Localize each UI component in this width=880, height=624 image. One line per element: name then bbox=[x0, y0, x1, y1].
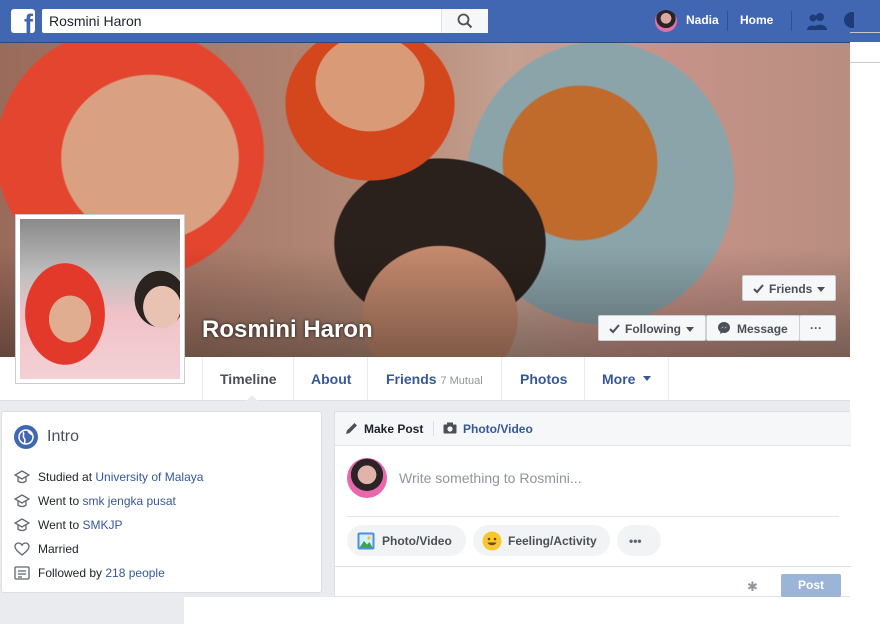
checkmark-icon bbox=[753, 284, 764, 294]
following-button[interactable]: Following bbox=[598, 315, 706, 341]
tab-friends-text: Friends bbox=[386, 371, 437, 387]
profile-picture[interactable] bbox=[15, 214, 185, 384]
education-link-school[interactable]: smk jengka pusat bbox=[82, 494, 175, 508]
education-link-smkjp[interactable]: SMKJP bbox=[82, 518, 122, 532]
mutual-friends-count: 7 Mutual bbox=[440, 375, 483, 387]
divider bbox=[850, 32, 880, 33]
tab-friends-label: Friends 7 Mutual bbox=[386, 371, 483, 387]
divider bbox=[347, 516, 839, 517]
graduation-cap-icon bbox=[14, 470, 30, 484]
messenger-icon[interactable] bbox=[842, 11, 854, 31]
intro-item-text: Went to SMKJP bbox=[38, 518, 122, 532]
search-input[interactable]: Rosmini Haron bbox=[49, 13, 142, 29]
friends-button[interactable]: Friends bbox=[742, 275, 836, 301]
intro-item-text: Followed by 218 people bbox=[38, 566, 165, 580]
education-link-university[interactable]: University of Malaya bbox=[95, 470, 203, 484]
tab-make-post[interactable]: Make Post bbox=[364, 422, 423, 436]
tab-about[interactable]: About bbox=[293, 357, 368, 400]
facebook-logo-icon[interactable]: f bbox=[11, 9, 35, 33]
search-icon bbox=[457, 13, 473, 29]
pencil-icon bbox=[346, 423, 357, 434]
composer-footer bbox=[335, 566, 851, 599]
smiley-icon bbox=[482, 531, 502, 551]
friend-requests-icon[interactable] bbox=[805, 11, 829, 31]
tab-more-label: More bbox=[602, 371, 636, 387]
chevron-down-icon bbox=[817, 287, 825, 292]
messenger-icon bbox=[718, 322, 730, 334]
post-button[interactable]: Post bbox=[781, 574, 841, 597]
feeling-activity-button[interactable]: Feeling/Activity bbox=[473, 525, 610, 556]
intro-item-text: Went to smk jengka pusat bbox=[38, 494, 176, 508]
search-button[interactable] bbox=[441, 9, 488, 33]
graduation-cap-icon bbox=[14, 494, 30, 508]
camera-icon bbox=[443, 422, 457, 434]
divider bbox=[791, 11, 792, 31]
tab-timeline-label: Timeline bbox=[220, 371, 277, 387]
post-text-input[interactable]: Write something to Rosmini... bbox=[399, 470, 582, 486]
tab-more[interactable]: More bbox=[584, 357, 669, 400]
feeling-activity-label: Feeling/Activity bbox=[508, 534, 597, 548]
rss-feed-icon bbox=[14, 566, 30, 580]
intro-item-prefix: Went to bbox=[38, 518, 83, 532]
message-button-label: Message bbox=[737, 322, 788, 336]
following-button-label: Following bbox=[625, 322, 681, 336]
divider bbox=[850, 62, 880, 63]
search-bar[interactable]: Rosmini Haron bbox=[42, 9, 488, 33]
heart-icon bbox=[14, 542, 30, 556]
user-avatar[interactable] bbox=[655, 10, 677, 32]
tab-about-label: About bbox=[311, 371, 352, 387]
chevron-down-icon bbox=[686, 327, 694, 332]
tab-photos[interactable]: Photos bbox=[501, 357, 585, 400]
tab-timeline[interactable]: Timeline bbox=[202, 357, 294, 401]
profile-link-nadia[interactable]: Nadia bbox=[686, 13, 719, 27]
composer-header: Make Post Photo/Video bbox=[335, 412, 851, 446]
intro-item-followers: Followed by 218 people bbox=[14, 564, 314, 582]
home-link[interactable]: Home bbox=[740, 13, 773, 27]
intro-item-prefix: Went to bbox=[38, 494, 83, 508]
photo-video-label: Photo/Video bbox=[382, 534, 452, 548]
photo-icon bbox=[357, 532, 375, 550]
more-composer-options-button[interactable]: ••• bbox=[617, 525, 661, 556]
post-composer: Make Post Photo/Video Write something to… bbox=[334, 411, 851, 599]
profile-picture-image bbox=[20, 219, 180, 379]
page-bottom-area bbox=[184, 597, 880, 624]
intro-item-education: Studied at University of Malaya bbox=[14, 468, 314, 486]
photo-video-button[interactable]: Photo/Video bbox=[347, 525, 466, 556]
intro-item-text: Married bbox=[38, 542, 79, 556]
active-tab-indicator bbox=[246, 395, 258, 401]
intro-item-prefix: Followed by bbox=[38, 566, 106, 580]
intro-item-education: Went to smk jengka pusat bbox=[14, 492, 314, 510]
globe-icon-graphic bbox=[18, 429, 34, 445]
profile-name[interactable]: Rosmini Haron bbox=[202, 316, 373, 344]
tab-photos-label: Photos bbox=[520, 371, 568, 387]
intro-card: Intro Studied at University of Malaya We… bbox=[1, 411, 322, 593]
graduation-cap-icon bbox=[14, 518, 30, 532]
right-edge-panel bbox=[850, 32, 880, 624]
message-button[interactable]: Message bbox=[706, 315, 800, 341]
divider bbox=[727, 11, 728, 31]
intro-item-education: Went to SMKJP bbox=[14, 516, 314, 534]
intro-item-text: Studied at University of Malaya bbox=[38, 470, 203, 484]
more-options-button[interactable]: ··· bbox=[799, 315, 836, 341]
tab-friends[interactable]: Friends 7 Mutual bbox=[367, 357, 502, 400]
tab-photo-video[interactable]: Photo/Video bbox=[463, 422, 533, 436]
checkmark-icon bbox=[609, 324, 620, 334]
more-options-label: ··· bbox=[810, 321, 822, 335]
intro-item-prefix: Studied at bbox=[38, 470, 96, 484]
more-composer-options-label: ••• bbox=[629, 534, 642, 548]
gear-icon[interactable]: ✱ bbox=[747, 579, 758, 595]
followers-link[interactable]: 218 people bbox=[105, 566, 164, 580]
friends-button-label: Friends bbox=[769, 282, 813, 296]
intro-item-relationship: Married bbox=[14, 540, 314, 558]
composer-avatar bbox=[347, 458, 387, 498]
globe-icon bbox=[14, 425, 38, 449]
chevron-down-icon bbox=[643, 376, 651, 381]
intro-title: Intro bbox=[47, 428, 80, 445]
divider bbox=[433, 421, 434, 436]
